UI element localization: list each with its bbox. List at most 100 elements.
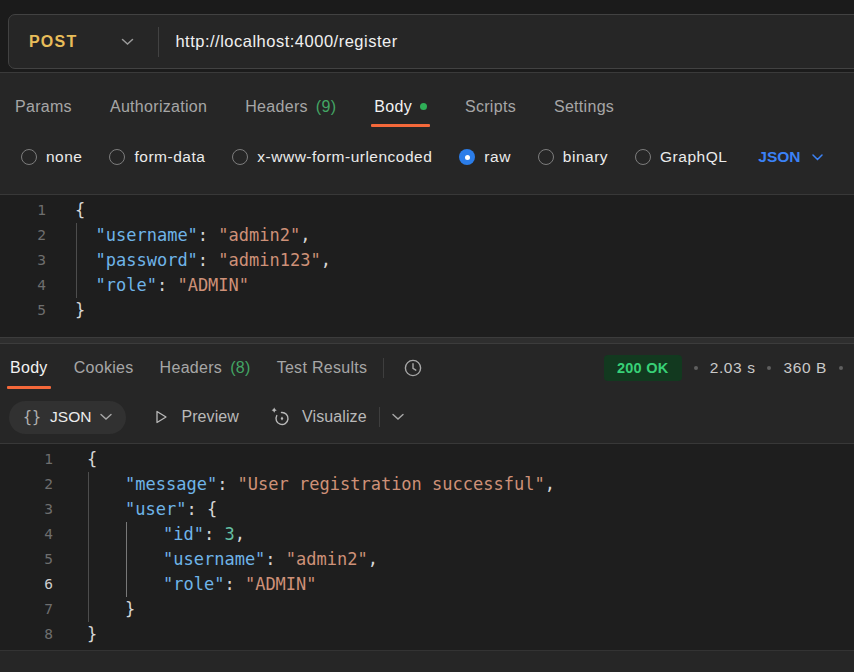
dot-separator — [694, 366, 698, 370]
body-type-option-form-data[interactable]: form-data — [109, 148, 205, 166]
code-line[interactable]: 5"username": "admin2", — [0, 547, 854, 572]
code-line[interactable]: 3"password": "admin123", — [0, 248, 854, 273]
indent-guide — [88, 572, 89, 597]
tab-count: (8) — [230, 359, 250, 377]
braces-icon: {} — [23, 408, 41, 426]
radio-x-www-form-urlencoded[interactable] — [232, 149, 248, 165]
code-line[interactable]: 7} — [0, 597, 854, 622]
tab-label: Scripts — [465, 98, 516, 116]
dot-separator — [839, 366, 843, 370]
pane-resize-handle[interactable] — [0, 337, 854, 344]
tab-test-results[interactable]: Test Results — [277, 344, 368, 391]
tab-label: Body — [374, 98, 412, 116]
code-line[interactable]: 2"username": "admin2", — [0, 223, 854, 248]
line-number: 2 — [0, 472, 53, 497]
line-number: 5 — [0, 547, 53, 572]
dot-separator — [767, 366, 771, 370]
indent-guide — [76, 273, 77, 298]
code-line[interactable]: 4"role": "ADMIN" — [0, 273, 854, 298]
response-size[interactable]: 360 B — [783, 359, 827, 377]
indent-guide — [76, 248, 77, 273]
tab-body[interactable]: Body — [374, 83, 427, 130]
chevron-down-icon[interactable] — [392, 413, 404, 421]
line-number: 5 — [0, 298, 46, 323]
tab-cookies[interactable]: Cookies — [74, 344, 134, 391]
tab-params[interactable]: Params — [15, 83, 72, 130]
response-format-label: JSON — [50, 408, 91, 426]
tab-label: Body — [10, 359, 48, 377]
body-type-row: none form-data x-www-form-urlencoded raw bin… — [0, 130, 854, 194]
tab-body[interactable]: Body — [10, 344, 48, 391]
method-chevron-down-icon[interactable] — [121, 38, 134, 46]
line-number: 6 — [0, 572, 53, 597]
code-line[interactable]: 1{ — [0, 447, 854, 472]
code-line[interactable]: 1{ — [0, 198, 854, 223]
radio-label: GraphQL — [660, 148, 727, 166]
tab-settings[interactable]: Settings — [554, 83, 614, 130]
body-type-option-x-www-form-urlencoded[interactable]: x-www-form-urlencoded — [232, 148, 432, 166]
radio-none[interactable] — [21, 149, 37, 165]
indent-guide — [126, 572, 127, 597]
code-line[interactable]: 3"user": { — [0, 497, 854, 522]
response-toolbar: {} JSON Preview Visualize — [0, 391, 854, 443]
tab-label: Settings — [554, 98, 614, 116]
request-body-editor[interactable]: 1{2"username": "admin2",3"password": "ad… — [0, 194, 854, 337]
method-label[interactable]: POST — [29, 33, 77, 51]
indent-guide — [88, 597, 89, 622]
code-text: } — [53, 622, 97, 647]
response-body-editor[interactable]: 1{2"message": "User registration success… — [0, 443, 854, 650]
code-text: "id": 3, — [53, 522, 245, 547]
tab-authorization[interactable]: Authorization — [110, 83, 207, 130]
code-line[interactable]: 4"id": 3, — [0, 522, 854, 547]
radio-raw[interactable] — [459, 149, 475, 165]
code-text: "user": { — [53, 497, 217, 522]
line-number: 4 — [0, 273, 46, 298]
tab-scripts[interactable]: Scripts — [465, 83, 516, 130]
tab-headers[interactable]: Headers(9) — [245, 83, 336, 130]
indent-guide — [88, 472, 89, 497]
preview-button[interactable]: Preview — [153, 408, 239, 426]
code-text: "message": "User registration successful… — [53, 472, 555, 497]
magic-wand-icon — [270, 407, 290, 427]
indent-guide — [126, 547, 127, 572]
code-line[interactable]: 6"role": "ADMIN" — [0, 572, 854, 597]
tab-headers[interactable]: Headers(8) — [160, 344, 251, 391]
url-input[interactable]: http://localhost:4000/register — [175, 32, 397, 51]
body-type-option-binary[interactable]: binary — [538, 148, 608, 166]
line-number: 1 — [0, 447, 53, 472]
url-builder: POST http://localhost:4000/register — [8, 14, 854, 69]
chevron-down-icon — [812, 154, 823, 161]
code-line[interactable]: 5} — [0, 298, 854, 323]
line-number: 1 — [0, 198, 46, 223]
indent-guide — [76, 223, 77, 248]
response-meta: 200 OK 2.03 s 360 B — [604, 344, 844, 391]
code-line[interactable]: 2"message": "User registration successfu… — [0, 472, 854, 497]
code-text: { — [53, 447, 97, 472]
request-url-bar: POST http://localhost:4000/register — [0, 0, 854, 73]
body-type-option-none[interactable]: none — [21, 148, 82, 166]
body-type-option-raw[interactable]: raw — [459, 148, 510, 166]
body-type-option-graphql[interactable]: GraphQL — [635, 148, 727, 166]
tab-count: (9) — [316, 98, 336, 116]
radio-binary[interactable] — [538, 149, 554, 165]
history-icon[interactable] — [402, 344, 424, 391]
response-format-select[interactable]: {} JSON — [9, 401, 126, 434]
raw-format-select[interactable]: JSON — [758, 148, 822, 166]
indent-guide — [88, 522, 89, 547]
radio-form-data[interactable] — [109, 149, 125, 165]
play-icon — [153, 409, 169, 425]
radio-graphql[interactable] — [635, 149, 651, 165]
code-line[interactable]: 8} — [0, 622, 854, 647]
response-time[interactable]: 2.03 s — [710, 359, 756, 377]
radio-label: binary — [563, 148, 608, 166]
visualize-button[interactable]: Visualize — [270, 407, 367, 427]
code-text: } — [46, 298, 85, 323]
divider — [383, 358, 384, 378]
status-badge[interactable]: 200 OK — [604, 355, 682, 381]
radio-label: raw — [484, 148, 510, 166]
line-number: 7 — [0, 597, 53, 622]
unsaved-changes-dot — [420, 103, 427, 110]
code-text: "username": "admin2", — [53, 547, 378, 572]
line-number: 3 — [0, 497, 53, 522]
indent-guide — [126, 522, 127, 547]
